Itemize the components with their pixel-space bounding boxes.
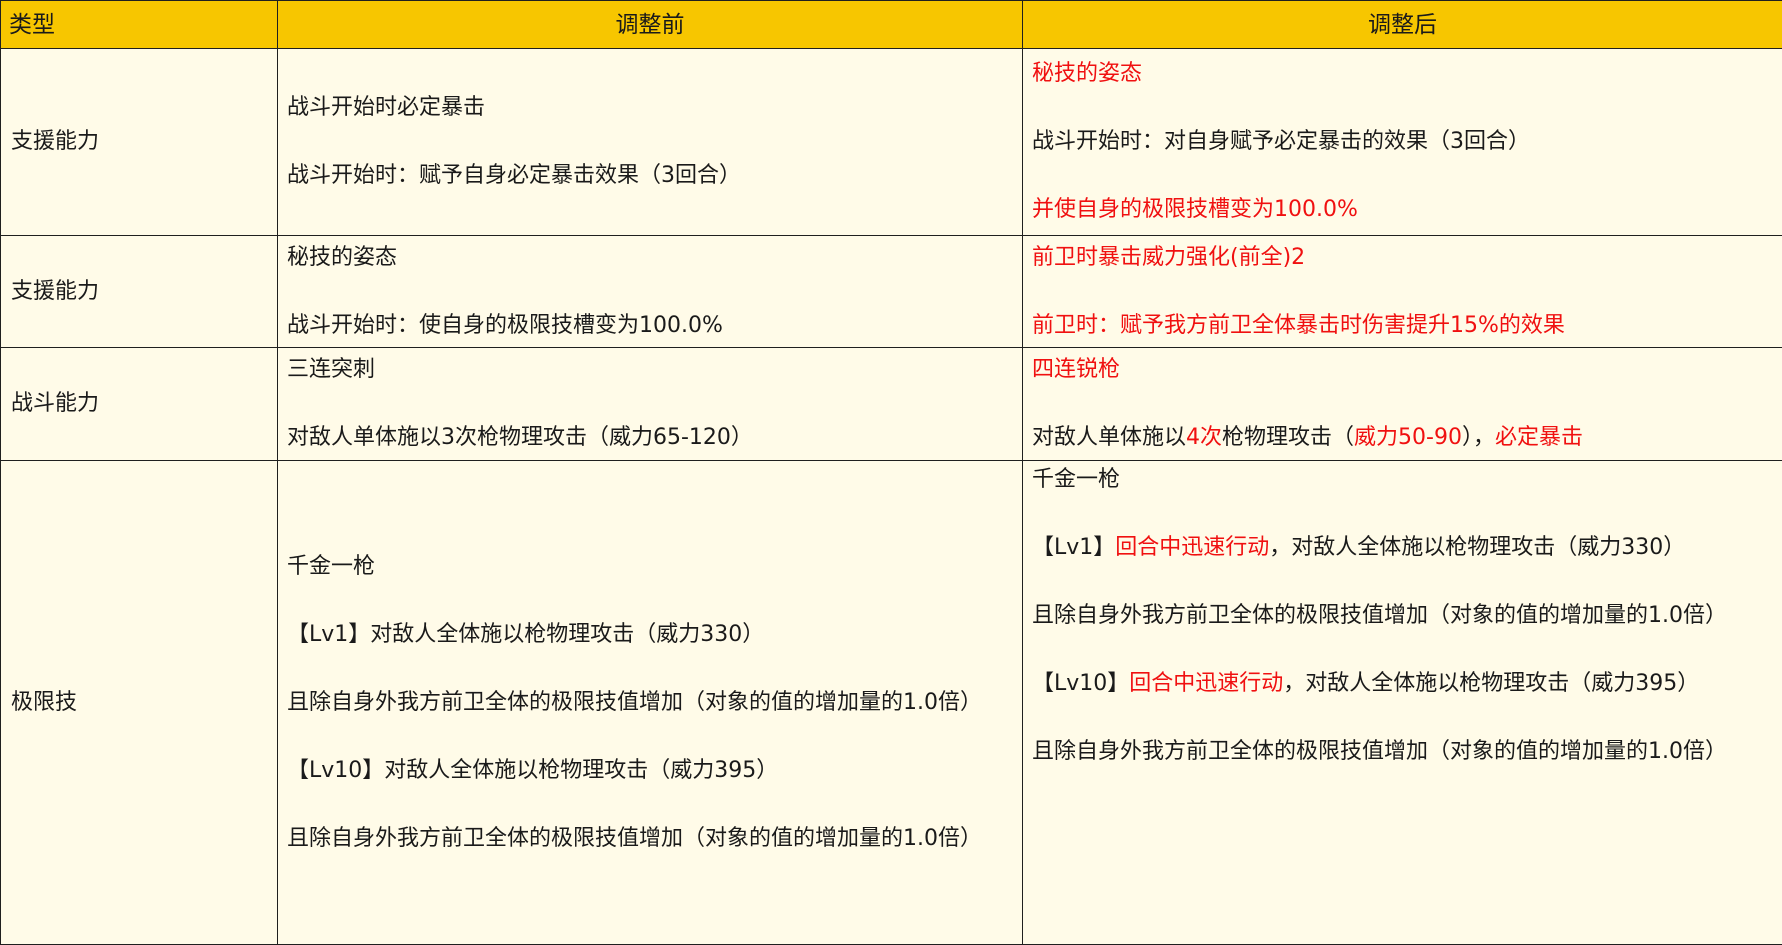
before-line: 秘技的姿态 [287, 241, 1012, 275]
before-cell: 千金一枪 【Lv1】对敌人全体施以枪物理攻击（威力330） 且除自身外我方前卫全… [278, 461, 1023, 945]
before-line: 千金一枪 [287, 550, 1012, 584]
after-text: ，对敌人全体施以枪物理攻击（威力330） [1269, 535, 1685, 560]
after-cell: 秘技的姿态 战斗开始时：对自身赋予必定暴击的效果（3回合） 并使自身的极限技槽变… [1023, 49, 1782, 236]
table-row: 支援能力 战斗开始时必定暴击 战斗开始时：赋予自身必定暴击效果（3回合） 秘技的… [1, 49, 1782, 236]
before-cell: 秘技的姿态 战斗开始时：使自身的极限技槽变为100.0% [278, 236, 1023, 348]
after-line: 对敌人单体施以4次枪物理攻击（威力50-90），必定暴击 [1032, 421, 1772, 455]
before-line: 且除自身外我方前卫全体的极限技值增加（对象的值的增加量的1.0倍） [287, 686, 1012, 720]
after-cell: 前卫时暴击威力强化(前全)2 前卫时：赋予我方前卫全体暴击时伤害提升15%的效果 [1023, 236, 1782, 348]
comparison-table: 类型 调整前 调整后 支援能力 战斗开始时必定暴击 战斗开始时：赋予自身必定暴击… [0, 0, 1782, 945]
after-text-changed: 回合中迅速行动 [1129, 671, 1283, 696]
after-line: 【Lv1】回合中迅速行动，对敌人全体施以枪物理攻击（威力330） [1032, 531, 1772, 565]
after-title: 前卫时暴击威力强化(前全)2 [1032, 241, 1772, 275]
after-title: 秘技的姿态 [1032, 57, 1772, 91]
after-text-changed: 威力50-90 [1354, 425, 1462, 450]
table-row: 战斗能力 三连突刺 对敌人单体施以3次枪物理攻击（威力65-120） 四连锐枪 … [1, 348, 1782, 461]
after-text: 枪物理攻击（ [1222, 425, 1354, 450]
after-line: 战斗开始时：对自身赋予必定暴击的效果（3回合） [1032, 125, 1772, 159]
after-title: 千金一枪 [1032, 463, 1772, 497]
after-text-changed: 4次 [1186, 425, 1222, 450]
after-text-changed: 回合中迅速行动 [1115, 535, 1269, 560]
before-line: 【Lv1】对敌人全体施以枪物理攻击（威力330） [287, 618, 1012, 652]
before-line: 战斗开始时必定暴击 [287, 91, 1012, 125]
after-text: ，对敌人全体施以枪物理攻击（威力395） [1283, 671, 1699, 696]
before-cell: 三连突刺 对敌人单体施以3次枪物理攻击（威力65-120） [278, 348, 1023, 461]
before-line: 【Lv10】对敌人全体施以枪物理攻击（威力395） [287, 754, 1012, 788]
header-type: 类型 [1, 1, 278, 49]
table-row: 极限技 千金一枪 【Lv1】对敌人全体施以枪物理攻击（威力330） 且除自身外我… [1, 461, 1782, 945]
row-type: 支援能力 [1, 236, 278, 348]
header-after: 调整后 [1023, 1, 1782, 49]
after-title: 四连锐枪 [1032, 353, 1772, 387]
before-line: 战斗开始时：使自身的极限技槽变为100.0% [287, 309, 1012, 343]
row-type: 极限技 [1, 461, 278, 945]
after-line-changed: 并使自身的极限技槽变为100.0% [1032, 193, 1772, 227]
table-row: 支援能力 秘技的姿态 战斗开始时：使自身的极限技槽变为100.0% 前卫时暴击威… [1, 236, 1782, 348]
after-text-changed: 必定暴击 [1495, 425, 1583, 450]
after-line: 且除自身外我方前卫全体的极限技值增加（对象的值的增加量的1.0倍） [1032, 735, 1772, 769]
after-text: 【Lv10】 [1032, 671, 1129, 696]
after-line: 【Lv10】回合中迅速行动，对敌人全体施以枪物理攻击（威力395） [1032, 667, 1772, 701]
after-cell: 四连锐枪 对敌人单体施以4次枪物理攻击（威力50-90），必定暴击 [1023, 348, 1782, 461]
header-row: 类型 调整前 调整后 [1, 1, 1782, 49]
row-type: 支援能力 [1, 49, 278, 236]
before-cell: 战斗开始时必定暴击 战斗开始时：赋予自身必定暴击效果（3回合） [278, 49, 1023, 236]
before-line: 对敌人单体施以3次枪物理攻击（威力65-120） [287, 421, 1012, 455]
after-text: ）， [1462, 425, 1495, 450]
after-text: 【Lv1】 [1032, 535, 1115, 560]
before-line: 且除自身外我方前卫全体的极限技值增加（对象的值的增加量的1.0倍） [287, 822, 1012, 856]
before-line: 三连突刺 [287, 353, 1012, 387]
after-text: 对敌人单体施以 [1032, 425, 1186, 450]
after-cell: 千金一枪 【Lv1】回合中迅速行动，对敌人全体施以枪物理攻击（威力330） 且除… [1023, 461, 1782, 945]
header-before: 调整前 [278, 1, 1023, 49]
after-line: 且除自身外我方前卫全体的极限技值增加（对象的值的增加量的1.0倍） [1032, 599, 1772, 633]
after-line-changed: 前卫时：赋予我方前卫全体暴击时伤害提升15%的效果 [1032, 309, 1772, 343]
row-type: 战斗能力 [1, 348, 278, 461]
before-line: 战斗开始时：赋予自身必定暴击效果（3回合） [287, 159, 1012, 193]
